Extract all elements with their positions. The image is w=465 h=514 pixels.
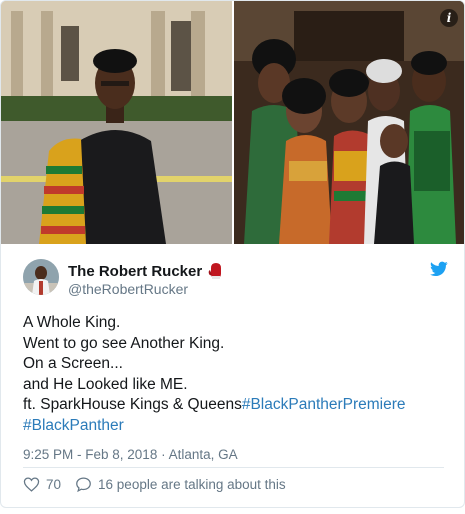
hashtag-link-blackpantherpremiere[interactable]: #BlackPantherPremiere — [242, 396, 406, 413]
twitter-bird-icon[interactable] — [430, 261, 448, 277]
embedded-tweet-card: i The Robert Rucker @theRobertRucker A W… — [0, 0, 465, 508]
tweet-timestamp-location[interactable]: 9:25 PM - Feb 8, 2018 · Atlanta, GA — [23, 447, 238, 462]
boxing-glove-emoji-icon — [208, 263, 222, 279]
author-handle[interactable]: @theRobertRucker — [68, 281, 188, 297]
author-display-name[interactable]: The Robert Rucker — [68, 263, 202, 280]
tweet-line-3: On a Screen... — [23, 355, 123, 372]
reply-icon[interactable] — [75, 476, 92, 493]
divider — [23, 467, 444, 468]
tweet-text: A Whole King. Went to go see Another Kin… — [23, 313, 448, 436]
like-count[interactable]: 70 — [46, 477, 61, 492]
info-icon[interactable]: i — [440, 9, 458, 27]
tweet-line-5: ft. SparkHouse Kings & Queens#BlackPanth… — [23, 395, 448, 416]
tweet-media[interactable]: i — [1, 1, 464, 244]
tweet-line-4: and He Looked like ME. — [23, 375, 188, 393]
tweet-photo-2[interactable]: i — [234, 1, 464, 244]
tweet-line-1: A Whole King. — [23, 314, 121, 331]
author-name[interactable]: The Robert Rucker — [68, 262, 225, 280]
talking-about-link[interactable]: 16 people are talking about this — [98, 477, 286, 492]
tweet-line-2: Went to go see Another King. — [23, 334, 225, 352]
tweet-actions: 70 16 people are talking about this — [23, 474, 286, 494]
hashtag-link-blackpanther[interactable]: #BlackPanther — [23, 417, 124, 434]
heart-icon[interactable] — [23, 476, 40, 493]
tweet-header: The Robert Rucker @theRobertRucker — [23, 257, 448, 297]
avatar[interactable] — [23, 259, 59, 295]
tweet-photo-1[interactable] — [1, 1, 232, 244]
tweet-line-6: #BlackPanther — [23, 416, 448, 437]
tweet-line-5-text: ft. SparkHouse Kings & Queens — [23, 396, 242, 413]
